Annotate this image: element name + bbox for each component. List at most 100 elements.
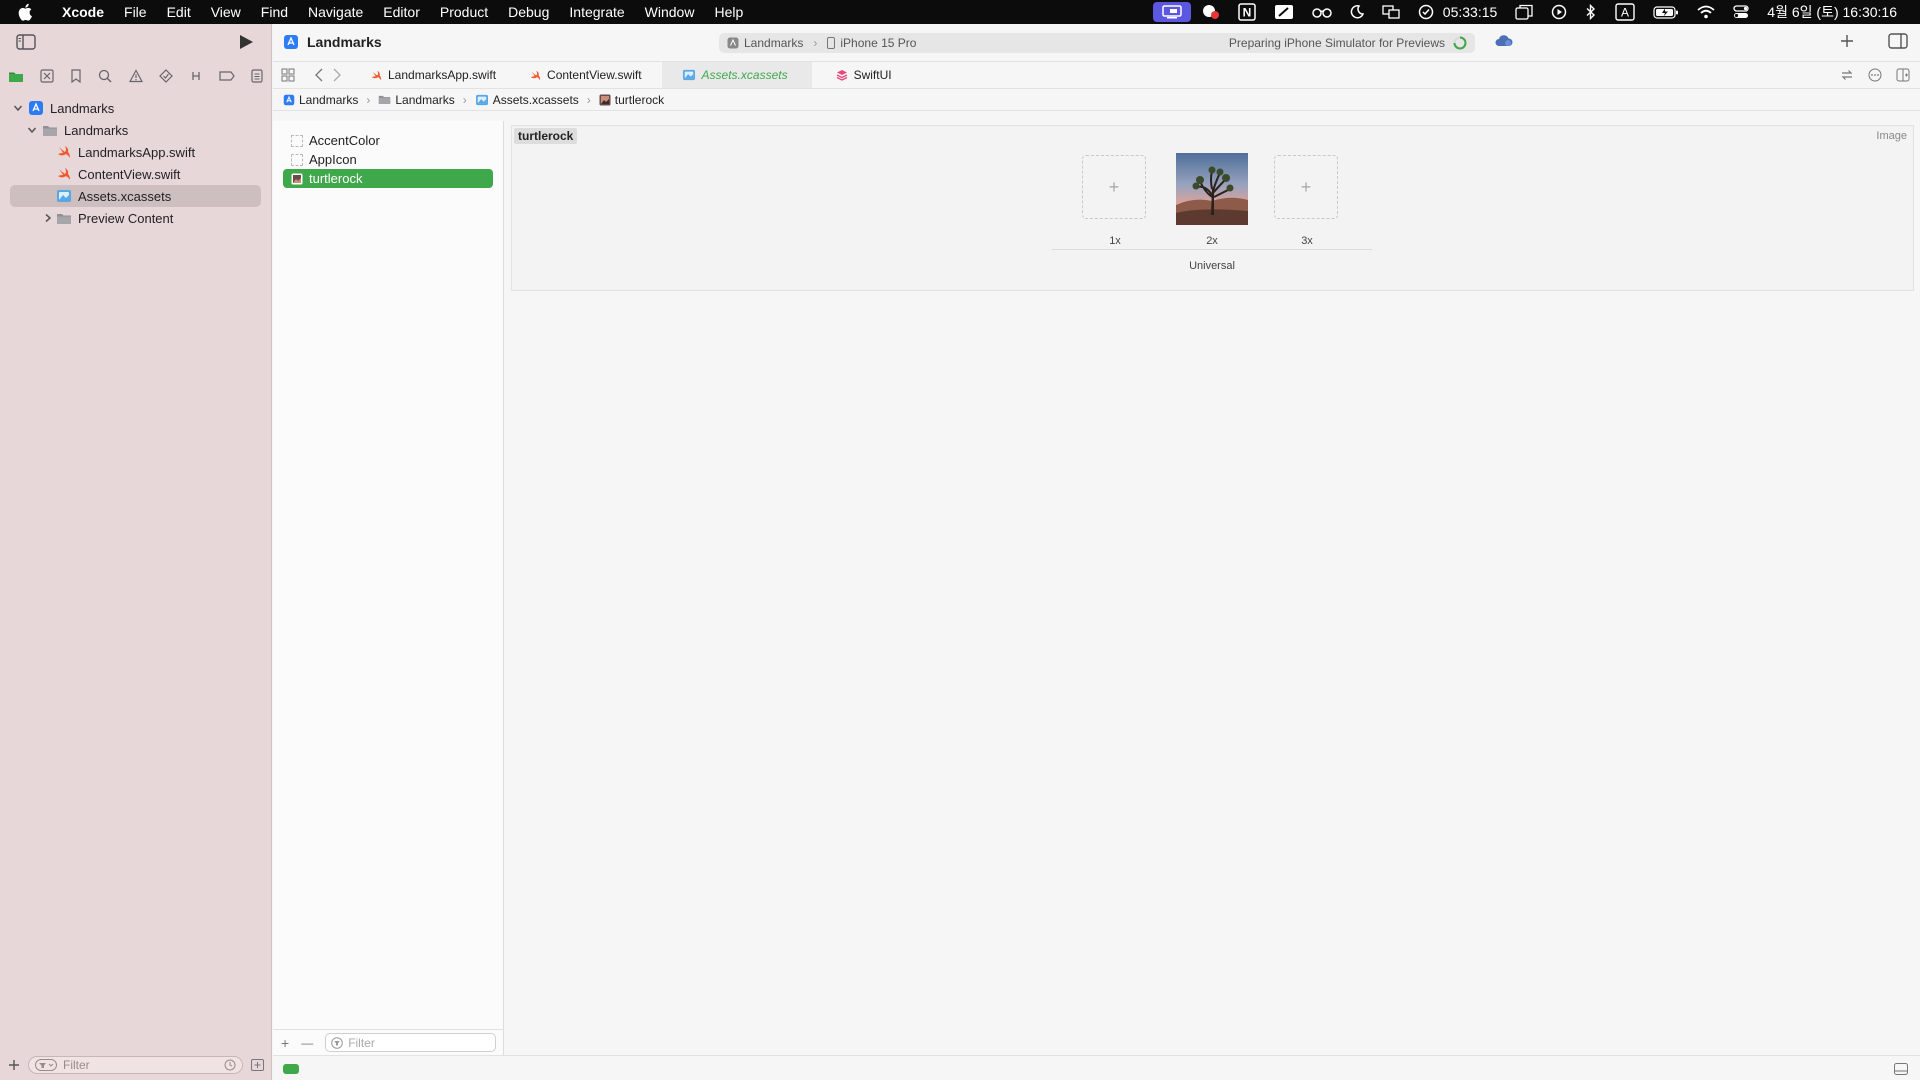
report-navigator-icon[interactable] (251, 69, 263, 83)
moon-icon[interactable] (1341, 0, 1373, 24)
navigate-forward-icon[interactable] (333, 68, 341, 82)
control-center-icon[interactable] (1724, 0, 1758, 24)
menu-debug[interactable]: Debug (498, 0, 559, 24)
image-set-icon (291, 173, 303, 185)
source-control-navigator-icon[interactable] (40, 69, 54, 83)
scheme-selector[interactable]: Landmarks (727, 36, 803, 50)
issue-navigator-icon[interactable] (128, 69, 143, 83)
status-indicator-icon[interactable] (283, 1064, 299, 1074)
add-image-icon: + (1300, 176, 1312, 197)
glasses-icon[interactable] (1303, 0, 1341, 24)
notion-icon[interactable]: N (1229, 0, 1265, 24)
asset-row-accentcolor[interactable]: AccentColor (283, 131, 493, 150)
tab-swiftui[interactable]: SwiftUI (824, 62, 904, 88)
toggle-inspector-icon[interactable] (1888, 33, 1908, 49)
jumpbar-item-assets[interactable]: Assets.xcassets (475, 93, 579, 107)
jumpbar-separator-icon: › (462, 92, 467, 107)
image-slot-1x[interactable]: + (1082, 155, 1146, 219)
apple-icon[interactable] (0, 3, 52, 21)
test-navigator-icon[interactable] (158, 69, 173, 83)
folder-icon (379, 95, 391, 104)
device-selector[interactable]: iPhone 15 Pro (827, 36, 916, 50)
bluetooth-icon[interactable] (1576, 0, 1606, 24)
find-navigator-icon[interactable] (98, 69, 112, 83)
editor-options-icon[interactable] (1868, 68, 1882, 82)
input-source-letter: A (1621, 6, 1629, 20)
tree-row-contentview-swift[interactable]: ContentView.swift (0, 163, 271, 185)
jumpbar-item-project[interactable]: Landmarks (283, 93, 358, 107)
menu-window[interactable]: Window (635, 0, 705, 24)
timer-check-icon[interactable] (1409, 0, 1443, 24)
jumpbar-item-group[interactable]: Landmarks (378, 93, 455, 107)
menu-navigate[interactable]: Navigate (298, 0, 373, 24)
breakpoint-navigator-icon[interactable] (219, 71, 235, 81)
pen-icon[interactable] (1265, 0, 1303, 24)
refresh-canvas-icon[interactable] (1840, 68, 1854, 82)
toggle-sidebar-icon[interactable] (16, 34, 36, 50)
source-control-filter-icon[interactable] (251, 1059, 264, 1071)
tab-landmarksapp-swift[interactable]: LandmarksApp.swift (359, 62, 508, 88)
asset-row-turtlerock[interactable]: turtlerock (283, 169, 493, 188)
screen-share-icon[interactable] (1152, 2, 1191, 22)
library-add-icon[interactable] (1840, 34, 1854, 48)
tree-row-preview-content[interactable]: Preview Content (0, 207, 271, 229)
windows-icon[interactable] (1506, 0, 1542, 24)
battery-icon[interactable] (1644, 0, 1688, 24)
record-icon[interactable] (1193, 0, 1229, 24)
clock[interactable]: 4월 6일 (토) 16:30:16 (1758, 0, 1906, 24)
tree-row-project[interactable]: Landmarks (0, 97, 271, 119)
xcode-cloud-icon[interactable] (1495, 34, 1513, 48)
navigator-selector-bar (0, 61, 271, 91)
project-navigator-icon[interactable] (8, 70, 24, 83)
menu-help[interactable]: Help (704, 0, 753, 24)
jumpbar-item-image[interactable]: turtlerock (599, 93, 664, 107)
editor-tab-bar: LandmarksApp.swift ContentView.swift Ass… (273, 61, 1920, 89)
input-source-icon[interactable]: A (1606, 0, 1644, 24)
image-slot-3x[interactable]: + (1274, 155, 1338, 219)
menu-find[interactable]: Find (251, 0, 298, 24)
recent-files-icon[interactable] (224, 1059, 236, 1071)
tree-label: Preview Content (78, 210, 174, 226)
jumpbar-separator-icon: › (586, 92, 591, 107)
navigator-filter-field[interactable]: Filter (28, 1056, 243, 1074)
menu-file[interactable]: File (114, 0, 157, 24)
bookmark-navigator-icon[interactable] (70, 69, 82, 83)
iphone-icon (827, 37, 836, 49)
tree-label: Landmarks (64, 122, 129, 138)
navigate-back-icon[interactable] (315, 68, 323, 82)
tree-row-assets-xcassets[interactable]: Assets.xcassets (10, 185, 261, 207)
toggle-debug-area-icon[interactable] (1894, 1063, 1908, 1075)
related-items-icon[interactable] (273, 68, 303, 82)
menu-edit[interactable]: Edit (157, 0, 201, 24)
remove-asset-button[interactable]: — (301, 1036, 313, 1050)
tab-assets-xcassets[interactable]: Assets.xcassets (661, 62, 812, 88)
menu-product[interactable]: Product (430, 0, 498, 24)
tree-row-landmarksapp-swift[interactable]: LandmarksApp.swift (0, 141, 271, 163)
translate-icon[interactable] (1373, 0, 1409, 24)
tree-row-group-landmarks[interactable]: Landmarks (0, 119, 271, 141)
disclosure-collapsed-icon[interactable] (42, 212, 54, 224)
add-asset-button[interactable]: + (281, 1035, 289, 1051)
image-slot-2x[interactable] (1176, 153, 1248, 225)
scale-label-3x: 3x (1301, 235, 1313, 247)
asset-filter-field[interactable]: Filter (325, 1033, 496, 1052)
disclosure-expanded-icon[interactable] (26, 124, 38, 136)
image-set-name[interactable]: turtlerock (514, 128, 578, 144)
run-button[interactable] (238, 34, 254, 50)
debug-navigator-icon[interactable] (189, 69, 203, 83)
disclosure-expanded-icon[interactable] (12, 102, 24, 114)
tab-contentview-swift[interactable]: ContentView.swift (518, 62, 654, 88)
add-image-icon: + (1108, 176, 1120, 197)
menu-view[interactable]: View (201, 0, 251, 24)
menu-app-name[interactable]: Xcode (52, 0, 114, 24)
wifi-icon[interactable] (1688, 0, 1724, 24)
filter-options-icon[interactable] (35, 1059, 57, 1071)
add-editor-icon[interactable] (1896, 68, 1910, 82)
scheme-activity-bar: Landmarks › iPhone 15 Pro Preparing iPho… (719, 33, 1475, 53)
menu-editor[interactable]: Editor (373, 0, 430, 24)
play-circle-icon[interactable] (1542, 0, 1576, 24)
menu-integrate[interactable]: Integrate (559, 0, 634, 24)
project-title[interactable]: Landmarks (283, 34, 382, 50)
add-file-icon[interactable] (8, 1059, 20, 1071)
asset-row-appicon[interactable]: AppIcon (283, 150, 493, 169)
